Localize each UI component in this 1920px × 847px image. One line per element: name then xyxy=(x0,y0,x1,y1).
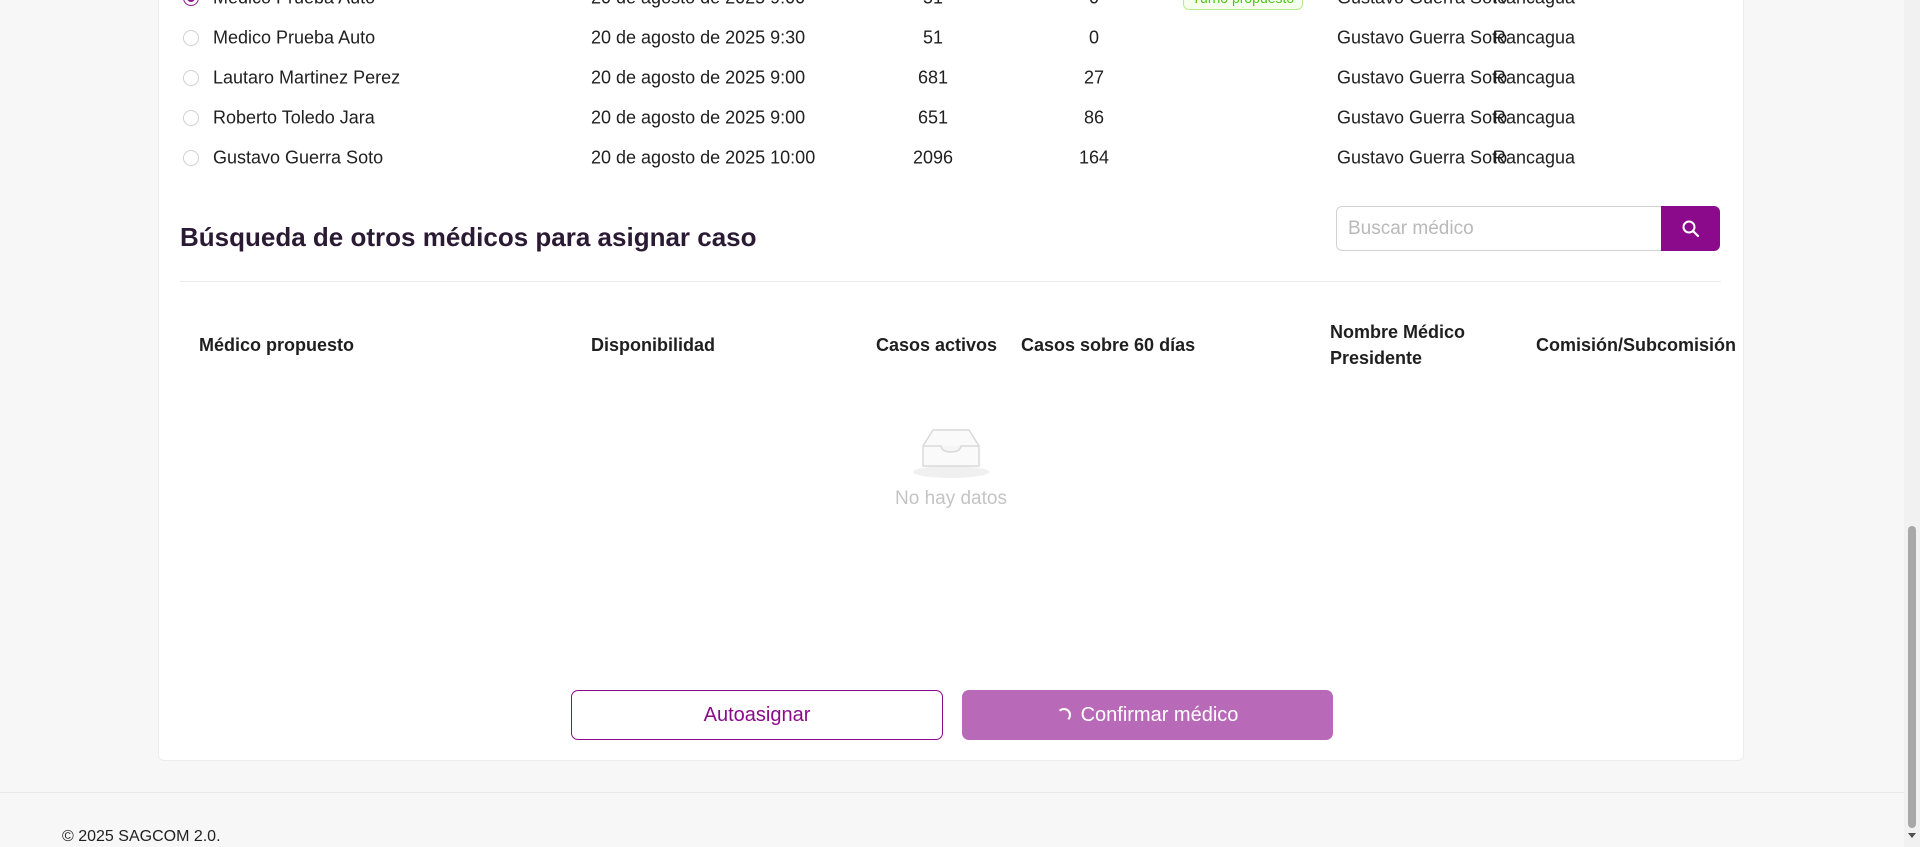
search-button[interactable] xyxy=(1661,206,1720,251)
status-badge: Turno propuesto xyxy=(1183,0,1304,10)
commission: Rancagua xyxy=(1493,0,1575,9)
president-name: Gustavo Guerra Soto xyxy=(1337,147,1508,168)
doctor-name: Roberto Toledo Jara xyxy=(213,107,375,128)
cases-over-60: 0 xyxy=(1064,0,1124,9)
header-proposed-doctor: Médico propuesto xyxy=(199,335,355,355)
row-radio[interactable] xyxy=(183,110,199,126)
row-radio[interactable] xyxy=(183,30,199,46)
footer: © 2025 SAGCOM 2.0. xyxy=(0,793,1904,847)
header-cases-over-60: Casos sobre 60 días xyxy=(1021,335,1196,355)
availability: 20 de agosto de 2025 9:30 xyxy=(591,27,806,48)
page-scrollbar[interactable] xyxy=(1904,0,1920,847)
table-row[interactable]: Lautaro Martinez Perez 20 de agosto de 20… xyxy=(159,58,1743,98)
row-radio[interactable] xyxy=(183,70,199,86)
availability: 20 de agosto de 2025 9:00 xyxy=(591,67,806,88)
cases-over-60: 27 xyxy=(1083,67,1105,88)
section-title: Búsqueda de otros médicos para asignar c… xyxy=(180,222,757,252)
active-cases: 651 xyxy=(917,107,949,128)
cases-over-60: 164 xyxy=(1078,147,1110,168)
confirm-doctor-button[interactable]: Confirmar médico xyxy=(962,690,1333,740)
scroll-down-arrow-icon[interactable] xyxy=(1908,833,1916,838)
commission: Rancagua xyxy=(1493,67,1576,88)
president-name: Gustavo Guerra Soto xyxy=(1337,0,1507,9)
row-radio[interactable] xyxy=(183,0,199,6)
header-president-line1: Nombre Médico xyxy=(1330,322,1466,342)
header-commission: Comisión/Subcomisión xyxy=(1536,335,1737,355)
availability: 20 de agosto de 2025 10:00 xyxy=(591,147,816,168)
assignment-card: Medico Prueba Auto 20 de agosto de 2025 9… xyxy=(158,0,1744,761)
header-president: Nombre Médico Presidente xyxy=(1330,319,1465,371)
cases-over-60: 86 xyxy=(1083,107,1105,128)
doctor-name: Medico Prueba Auto xyxy=(213,0,375,9)
header-availability: Disponibilidad xyxy=(591,335,715,355)
autoassign-button[interactable]: Autoasignar xyxy=(571,690,943,740)
section-divider xyxy=(180,281,1721,282)
active-cases: 2096 xyxy=(912,147,954,168)
table-row[interactable]: Gustavo Guerra Soto 20 de agosto de 2025 … xyxy=(159,138,1743,178)
active-cases: 681 xyxy=(917,67,949,88)
empty-state-text: No hay datos xyxy=(895,488,1007,509)
president-name: Gustavo Guerra Soto xyxy=(1337,107,1508,128)
availability: 20 de agosto de 2025 9:00 xyxy=(591,107,806,128)
confirm-doctor-label: Confirmar médico xyxy=(1080,703,1239,726)
doctor-name: Gustavo Guerra Soto xyxy=(213,147,384,168)
commission: Rancagua xyxy=(1493,147,1576,168)
president-name: Gustavo Guerra Soto xyxy=(1337,67,1508,88)
active-cases: 51 xyxy=(922,27,944,48)
commission: Rancagua xyxy=(1493,27,1576,48)
president-name: Gustavo Guerra Soto xyxy=(1337,27,1508,48)
search-bar xyxy=(1336,206,1720,251)
table-row[interactable]: Medico Prueba Auto 20 de agosto de 2025 9… xyxy=(159,18,1743,58)
footer-copyright: © 2025 SAGCOM 2.0. xyxy=(62,828,221,845)
doctor-name: Lautaro Martinez Perez xyxy=(213,67,401,88)
doctor-name: Medico Prueba Auto xyxy=(213,27,376,48)
row-radio[interactable] xyxy=(183,150,199,166)
header-president-line2: Presidente xyxy=(1330,348,1423,368)
commission: Rancagua xyxy=(1493,107,1576,128)
table-row[interactable]: Medico Prueba Auto 20 de agosto de 2025 9… xyxy=(159,0,1743,18)
search-icon xyxy=(1682,220,1699,237)
scrollbar-thumb[interactable] xyxy=(1908,526,1916,828)
empty-inbox-icon xyxy=(913,429,989,478)
search-input[interactable] xyxy=(1336,206,1662,251)
cases-over-60: 0 xyxy=(1088,27,1099,48)
availability: 20 de agosto de 2025 9:00 xyxy=(591,0,805,9)
header-active-cases: Casos activos xyxy=(876,335,998,355)
loading-spinner-icon xyxy=(1056,708,1071,722)
active-cases: 51 xyxy=(903,0,963,9)
table-row[interactable]: Roberto Toledo Jara 20 de agosto de 2025 … xyxy=(159,98,1743,138)
